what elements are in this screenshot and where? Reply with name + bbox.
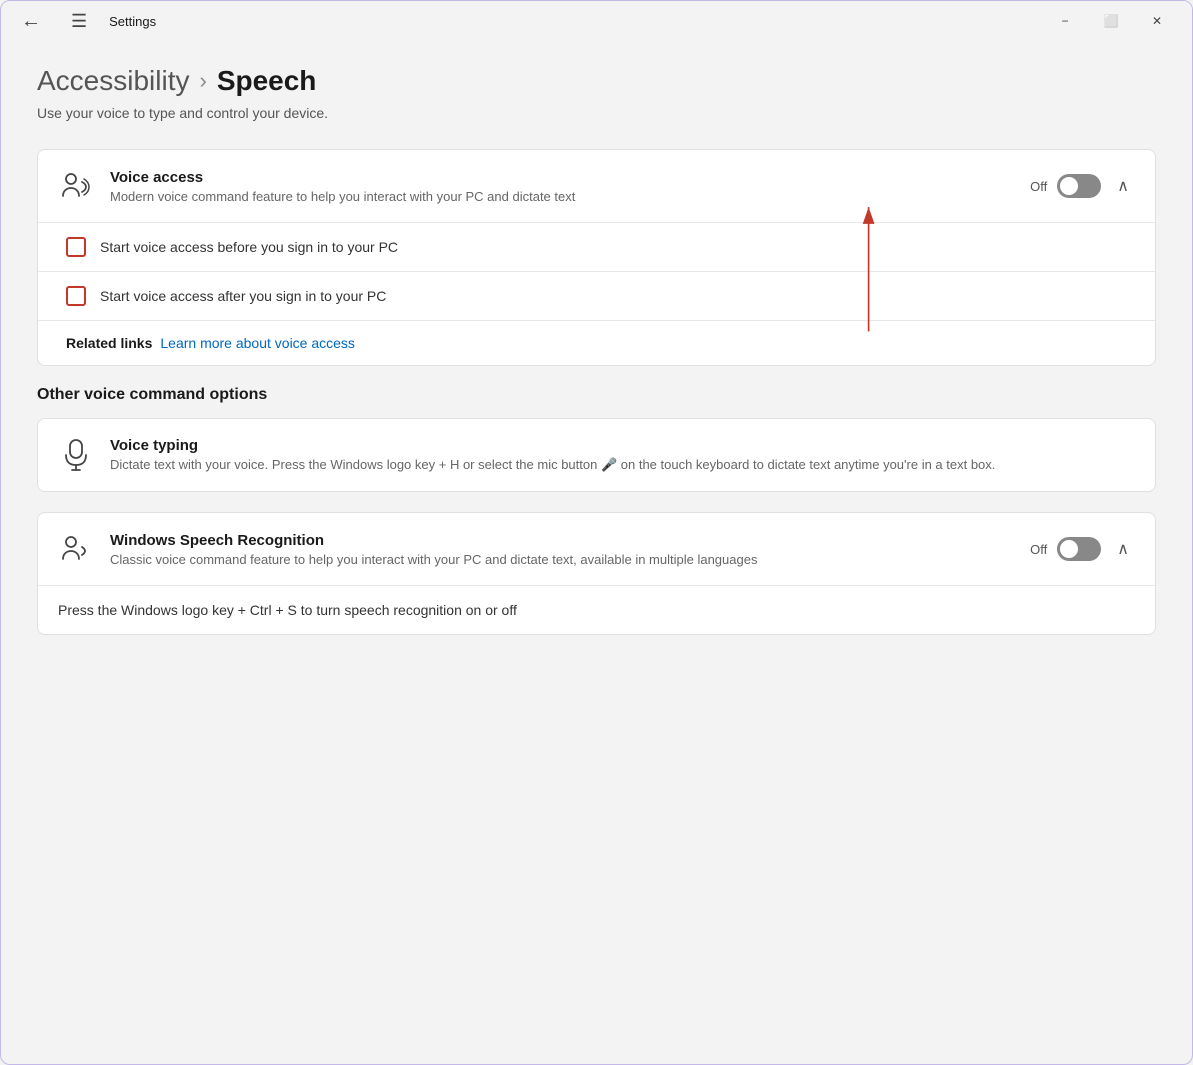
voice-typing-title: Voice typing (110, 437, 1135, 454)
close-button[interactable]: ✕ (1134, 5, 1180, 37)
voice-access-card: Voice access Modern voice command featur… (37, 149, 1156, 366)
checkbox-after-signin-label: Start voice access after you sign in to … (100, 288, 386, 304)
page-description: Use your voice to type and control your … (37, 105, 1156, 121)
settings-window: ← ☰ Settings − ⬜ ✕ Accessibility › Speec… (0, 0, 1193, 1065)
titlebar: ← ☰ Settings − ⬜ ✕ (1, 1, 1192, 41)
checkbox-row-1: Start voice access before you sign in to… (38, 223, 1155, 272)
restore-button[interactable]: ⬜ (1088, 5, 1134, 37)
titlebar-left: ← ☰ Settings (13, 6, 156, 37)
windows-speech-title: Windows Speech Recognition (110, 532, 1030, 549)
checkbox-row-2: Start voice access after you sign in to … (38, 272, 1155, 320)
voice-access-toggle[interactable] (1057, 174, 1101, 198)
windows-speech-subtitle: Classic voice command feature to help yo… (110, 552, 1030, 567)
windows-speech-toggle-label: Off (1030, 542, 1047, 557)
voice-typing-subtitle: Dictate text with your voice. Press the … (110, 457, 1135, 473)
voice-typing-text: Voice typing Dictate text with your voic… (110, 437, 1135, 473)
voice-typing-icon (58, 437, 94, 473)
speech-shortcut-text: Press the Windows logo key + Ctrl + S to… (58, 602, 517, 618)
checkbox-after-signin[interactable] (66, 286, 86, 306)
voice-access-chevron[interactable]: ∧ (1111, 172, 1135, 200)
voice-access-icon (58, 168, 94, 204)
voice-access-expanded: Start voice access before you sign in to… (38, 222, 1155, 365)
windows-speech-controls: Off ∧ (1030, 535, 1135, 563)
breadcrumb: Accessibility › Speech (37, 65, 1156, 97)
related-links-row: Related links Learn more about voice acc… (38, 320, 1155, 365)
hamburger-button[interactable]: ☰ (63, 7, 95, 36)
minimize-button[interactable]: − (1042, 5, 1088, 37)
toggle-knob (1060, 177, 1078, 195)
breadcrumb-parent[interactable]: Accessibility (37, 65, 189, 97)
voice-access-title: Voice access (110, 169, 1030, 186)
checkbox-before-signin[interactable] (66, 237, 86, 257)
main-content: Accessibility › Speech Use your voice to… (1, 41, 1192, 1064)
windows-speech-header: Windows Speech Recognition Classic voice… (38, 513, 1155, 585)
windows-speech-icon (58, 531, 94, 567)
windows-speech-toggle[interactable] (1057, 537, 1101, 561)
voice-access-toggle-label: Off (1030, 179, 1047, 194)
breadcrumb-current: Speech (217, 65, 317, 97)
voice-access-text: Voice access Modern voice command featur… (110, 169, 1030, 204)
windows-speech-card: Windows Speech Recognition Classic voice… (37, 512, 1156, 635)
titlebar-title: Settings (109, 14, 156, 29)
titlebar-controls: − ⬜ ✕ (1042, 5, 1180, 37)
windows-speech-text: Windows Speech Recognition Classic voice… (110, 532, 1030, 567)
windows-speech-chevron[interactable]: ∧ (1111, 535, 1135, 563)
checkbox-before-signin-label: Start voice access before you sign in to… (100, 239, 398, 255)
back-button[interactable]: ← (13, 6, 49, 37)
voice-typing-card: Voice typing Dictate text with your voic… (37, 418, 1156, 492)
voice-access-controls: Off ∧ (1030, 172, 1135, 200)
learn-more-voice-access-link[interactable]: Learn more about voice access (160, 335, 355, 351)
breadcrumb-separator: › (199, 68, 206, 94)
voice-typing-row: Voice typing Dictate text with your voic… (38, 419, 1155, 491)
voice-access-header: Voice access Modern voice command featur… (38, 150, 1155, 222)
other-section-heading: Other voice command options (37, 386, 1156, 404)
toggle-knob-2 (1060, 540, 1078, 558)
related-links-label: Related links (66, 335, 152, 351)
voice-access-subtitle: Modern voice command feature to help you… (110, 189, 1030, 204)
speech-shortcut-row: Press the Windows logo key + Ctrl + S to… (38, 585, 1155, 634)
